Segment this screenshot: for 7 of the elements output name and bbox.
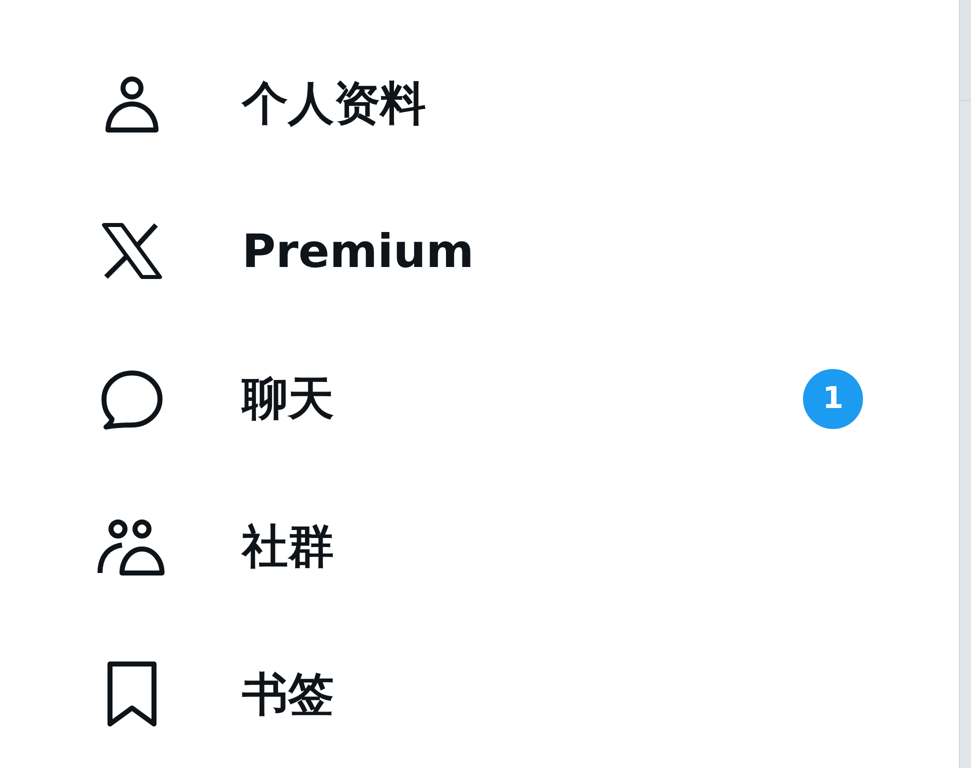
notification-badge: 1	[803, 368, 863, 429]
menu-item[interactable]: 聊天 1	[0, 325, 959, 473]
scrollbar[interactable]	[959, 0, 971, 768]
menu-item[interactable]: 个人资料	[0, 30, 959, 178]
menu-item[interactable]: Premium	[0, 178, 959, 326]
menu-item[interactable]: 书签	[0, 620, 959, 768]
menu-item[interactable]: 社群	[0, 472, 959, 620]
